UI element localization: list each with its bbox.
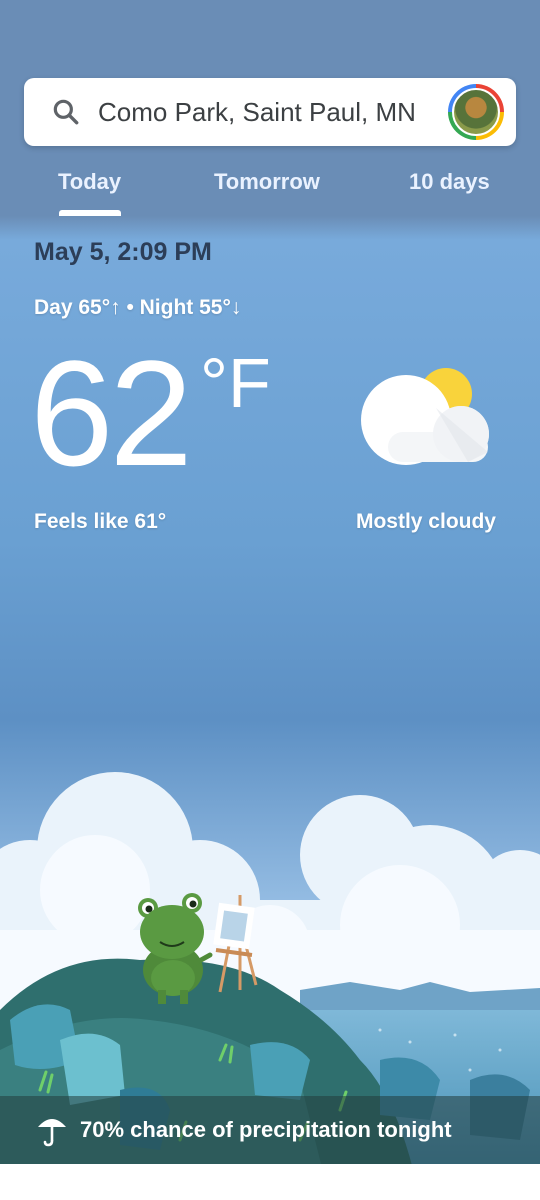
bottom-strip — [0, 1164, 540, 1200]
avatar-photo — [452, 88, 500, 136]
tab-10-days[interactable]: 10 days — [409, 168, 490, 196]
current-temperature: 62 — [30, 329, 193, 497]
feels-like: Feels like 61° — [34, 510, 167, 533]
tab-today[interactable]: Today — [58, 168, 121, 196]
selected-tab-indicator — [59, 210, 121, 216]
precipitation-text: 70% chance of precipitation tonight — [80, 1117, 452, 1142]
mostly-cloudy-icon — [361, 368, 489, 465]
umbrella-icon — [38, 1119, 66, 1147]
current-datetime: May 5, 2:09 PM — [34, 238, 212, 266]
tab-tomorrow[interactable]: Tomorrow — [214, 168, 320, 196]
precipitation-banner[interactable]: 70% chance of precipitation tonight — [0, 1096, 540, 1164]
avatar[interactable] — [448, 84, 504, 140]
location-query[interactable]: Como Park, Saint Paul, MN — [98, 96, 416, 128]
day-night-high-low: Day 65°↑ • Night 55°↓ — [34, 296, 242, 319]
forecast-tabs: Today Tomorrow 10 days — [0, 160, 540, 216]
search-icon[interactable] — [50, 96, 82, 128]
temperature-unit: °F — [200, 344, 271, 422]
condition-text: Mostly cloudy — [355, 510, 496, 533]
location-search-bar[interactable]: Como Park, Saint Paul, MN — [24, 78, 516, 146]
